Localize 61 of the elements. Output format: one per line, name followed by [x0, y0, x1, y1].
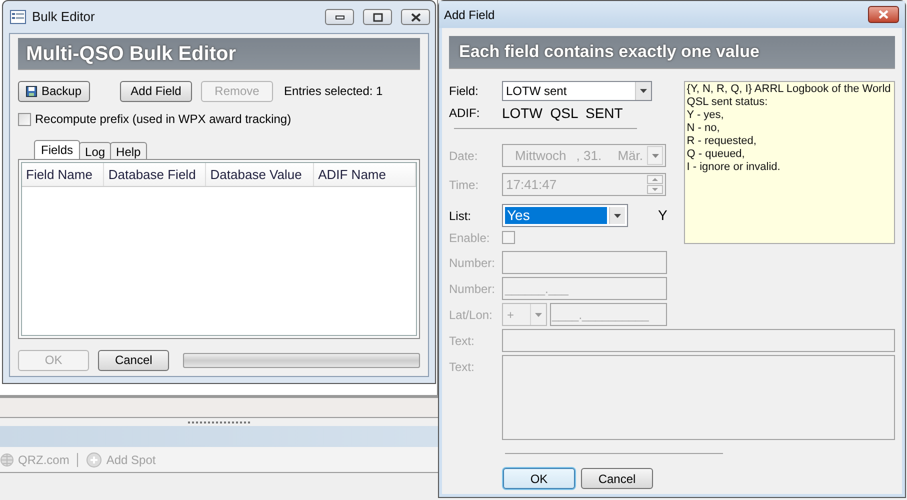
field-label: Time:	[449, 176, 480, 194]
action-button[interactable]: Add Field	[120, 80, 192, 102]
dialog-button[interactable]: Cancel	[98, 350, 170, 370]
close-button[interactable]	[401, 9, 430, 25]
help-text-line: QSL sent status:	[686, 96, 769, 109]
minimize-button[interactable]	[325, 9, 354, 25]
checkbox-label: Recompute prefix (used in WPX award tracking)	[35, 111, 292, 128]
dropdown[interactable]: Yes	[502, 204, 628, 227]
field-label: Lat/Lon:	[449, 306, 494, 324]
close-button[interactable]	[868, 6, 899, 23]
column-header[interactable]: ADIF Name	[314, 163, 416, 186]
dropdown-arrow-icon	[614, 214, 621, 218]
column-header[interactable]: Field Name	[22, 163, 104, 186]
field-label: Number:	[449, 280, 496, 298]
banner-title: Each field contains exactly one value	[459, 41, 760, 64]
date-part: Mär.	[618, 146, 643, 165]
dropdown-arrow-icon	[640, 89, 647, 93]
field-label: List:	[449, 208, 472, 224]
window-icon	[10, 10, 26, 24]
dropdown[interactable]: LOTW sent	[502, 81, 652, 101]
help-text-line: Y - yes,	[686, 109, 725, 122]
globe-icon	[0, 452, 14, 466]
checkbox[interactable]	[18, 112, 31, 126]
date-part: Mittwoch	[515, 146, 566, 165]
close-icon	[878, 10, 889, 19]
field-label: Text:	[449, 332, 476, 350]
banner-title: Multi-QSO Bulk Editor	[26, 42, 236, 66]
dialog-button[interactable]: OK	[503, 468, 575, 489]
help-text-line: I - ignore or invalid.	[686, 161, 782, 174]
adif-value: LOTW QSL SENT	[502, 104, 623, 123]
plus-icon	[86, 452, 102, 468]
spinner-icon	[647, 175, 663, 194]
minimize-icon	[334, 14, 344, 20]
date-part: , 31.	[576, 146, 602, 165]
field-label: Enable:	[449, 230, 491, 246]
maximize-icon	[372, 12, 382, 22]
field-label: Field:	[449, 83, 480, 100]
tab[interactable]: Log	[79, 142, 112, 159]
field-label: Date:	[449, 148, 479, 164]
tab[interactable]: Help	[110, 142, 147, 159]
close-icon	[410, 12, 420, 22]
help-text-line: N - no,	[686, 122, 721, 135]
dropdown-arrow-icon	[535, 312, 542, 316]
selection-count: Entries selected: 1	[284, 83, 383, 100]
help-text-line: {Y, N, R, Q, I} ARRL Logbook of the World	[686, 83, 892, 96]
field-label: ADIF:	[449, 105, 481, 122]
tab[interactable]: Fields	[34, 140, 80, 159]
column-header[interactable]: Database Value	[206, 163, 314, 186]
list-code: Y	[658, 206, 668, 225]
field-label: Text:	[449, 359, 476, 376]
splitter-grip-icon	[188, 420, 250, 424]
save-icon	[26, 86, 38, 96]
window-title: Add Field	[444, 6, 496, 24]
maximize-button[interactable]	[363, 9, 392, 25]
action-button[interactable]: Backup	[18, 80, 90, 102]
dialog-button[interactable]: Cancel	[581, 468, 653, 489]
help-text-line: R - requested,	[686, 135, 758, 148]
column-header[interactable]: Database Field	[104, 163, 206, 186]
field-label: Number:	[449, 254, 496, 272]
help-text-line: Q - queued,	[686, 148, 746, 161]
window-title: Bulk Editor	[32, 8, 96, 26]
